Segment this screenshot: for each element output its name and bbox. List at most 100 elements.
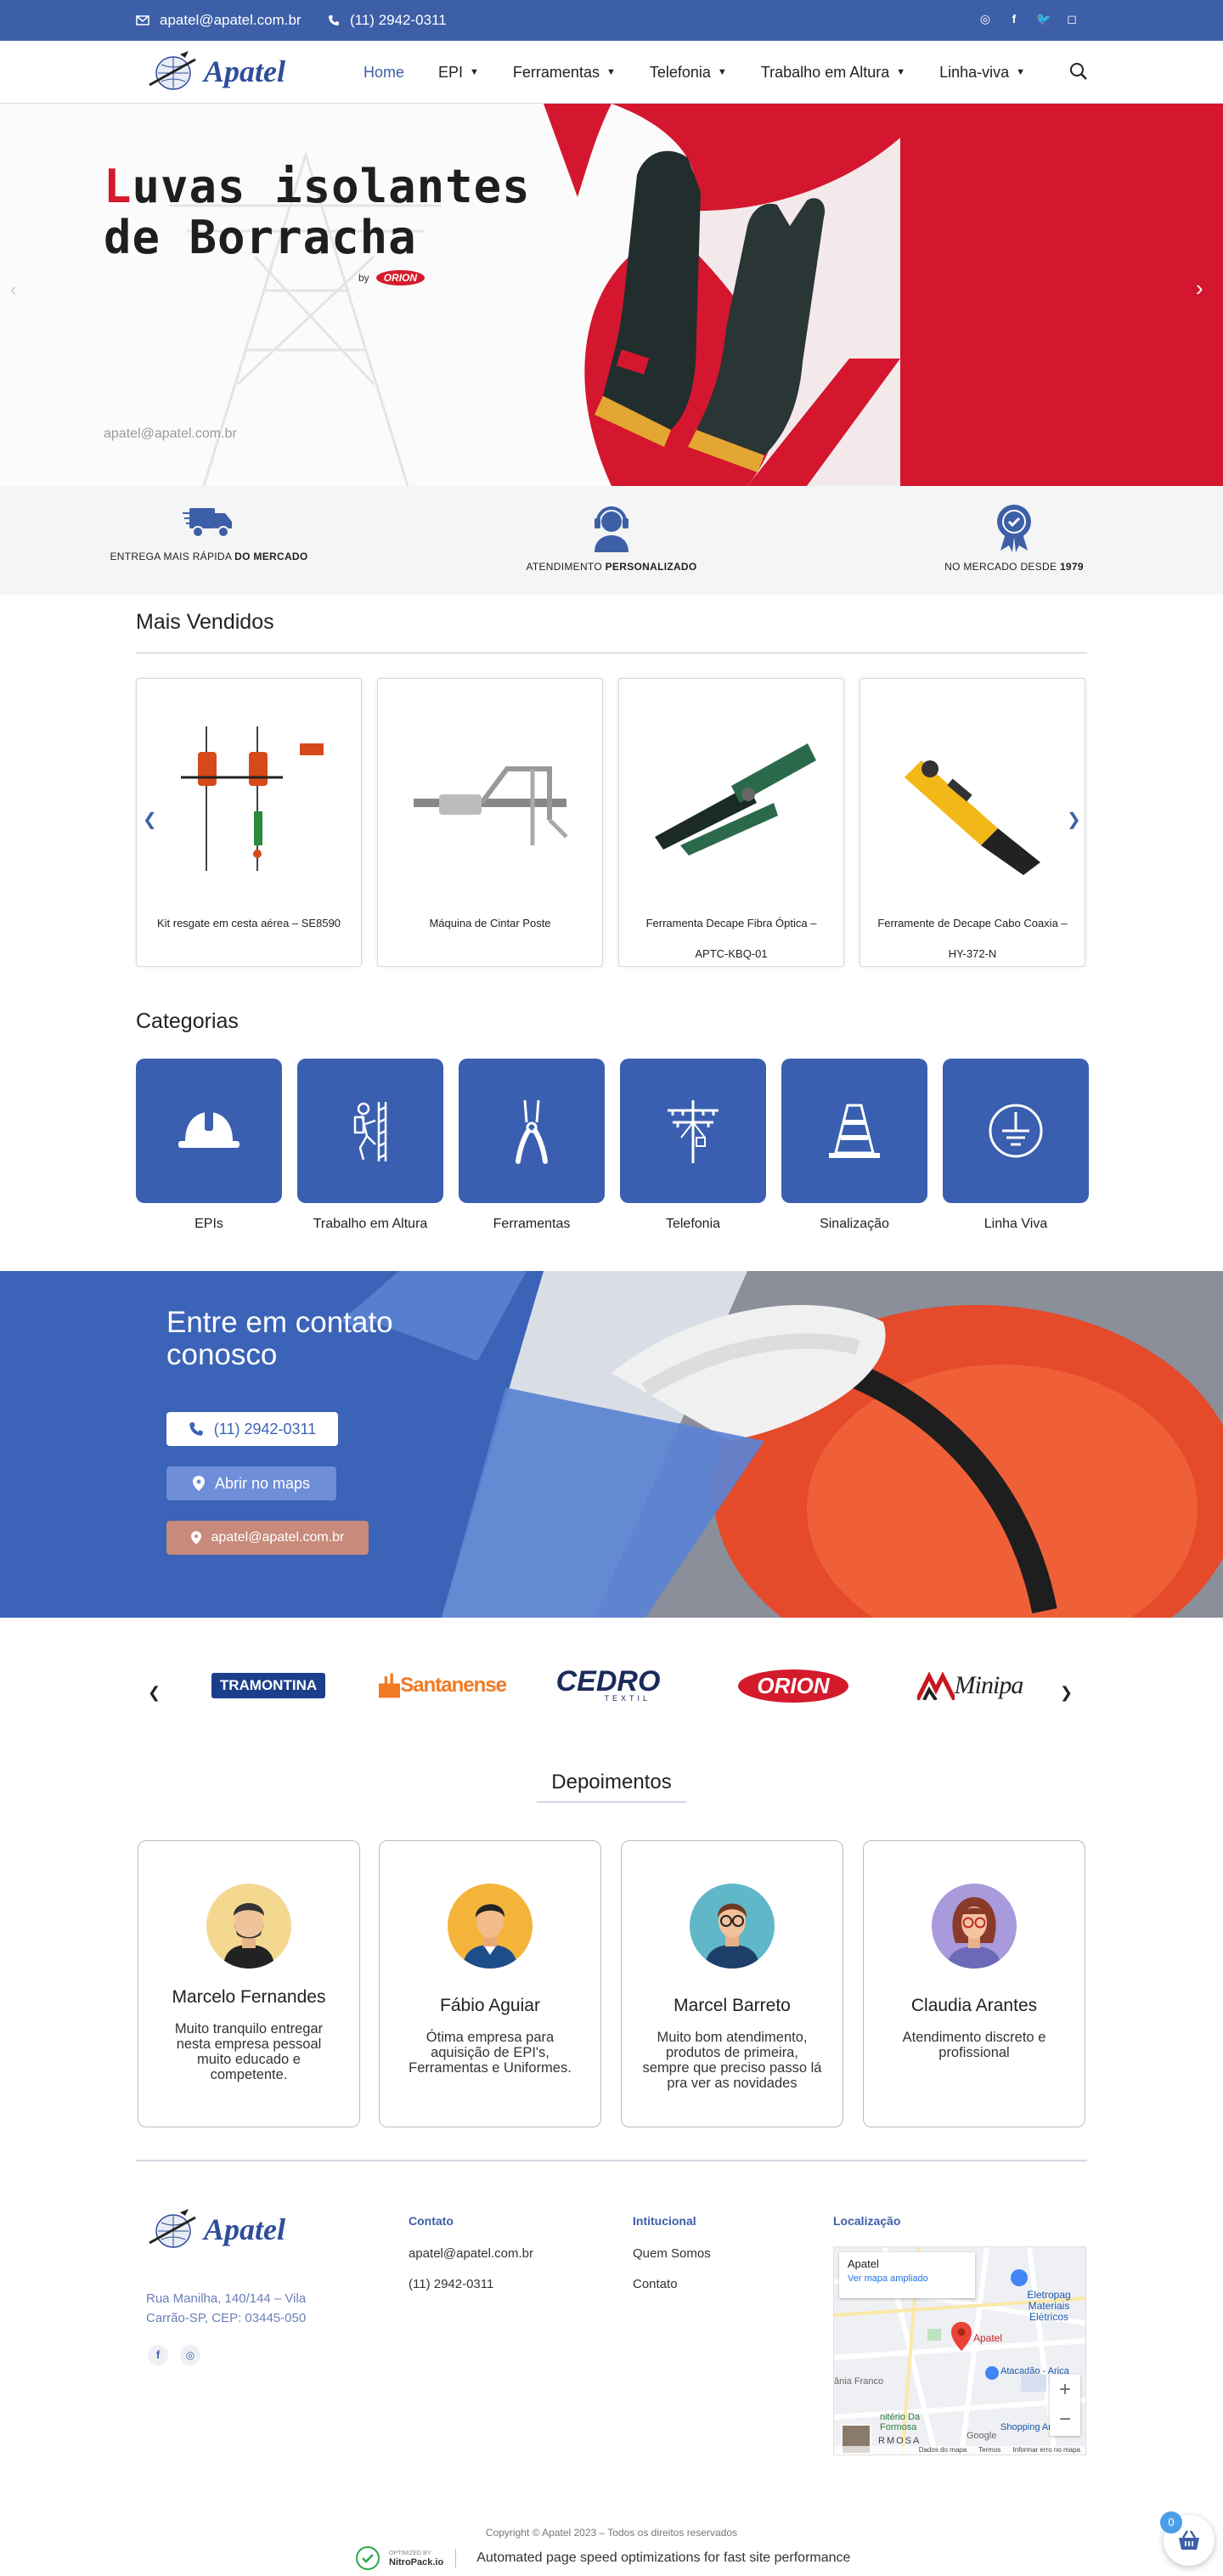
orion-logo: ORION (375, 270, 426, 285)
avatar-woman-glasses (932, 1884, 1017, 1969)
footer-facebook-icon[interactable]: f (148, 2345, 168, 2365)
check-circle-icon (356, 2546, 380, 2570)
map-label-district: RMOSA (878, 2436, 921, 2446)
map-data-link[interactable]: Dados do mapa (919, 2446, 967, 2455)
search-icon[interactable] (1068, 59, 1089, 83)
category-label: Linha Viva (983, 1217, 1048, 1231)
map-enlarge-link[interactable]: Ver mapa ampliado (848, 2274, 967, 2284)
category-trabalho-em-altura[interactable] (297, 1059, 443, 1203)
category-label: Trabalho em Altura (313, 1217, 428, 1231)
map-label-street: ânia Franco (834, 2376, 884, 2387)
carousel-next-arrow-icon[interactable]: ❯ (1067, 809, 1081, 830)
brands-prev-arrow-icon[interactable]: ❮ (148, 1684, 161, 1702)
hero-title-first-letter: L (104, 160, 132, 213)
feature-service-text: ATENDIMENTO (526, 561, 606, 573)
store-pin-icon (1011, 2269, 1028, 2286)
product-image-coax-stripper (905, 760, 1040, 875)
map-zoom-in-button[interactable]: + (1050, 2375, 1080, 2405)
category-sinalizacao[interactable] (781, 1059, 927, 1203)
whatsapp-icon[interactable]: ◎ (978, 12, 992, 26)
map-terms-link[interactable]: Termos (978, 2446, 1000, 2455)
nav-ferramentas[interactable]: Ferramentas ▼ (513, 64, 616, 82)
nav-home[interactable]: Home (364, 64, 404, 82)
feature-since-bold: 1979 (1059, 561, 1084, 573)
category-linha-viva[interactable] (943, 1059, 1089, 1203)
map-marker-icon (951, 2322, 972, 2351)
footer-instagram-icon[interactable]: ◎ (180, 2345, 200, 2365)
category-epis[interactable] (136, 1059, 282, 1203)
category-telefonia[interactable] (620, 1059, 766, 1203)
facebook-icon[interactable]: f (1007, 12, 1021, 26)
nav-linha-viva[interactable]: Linha-viva ▼ (939, 64, 1025, 82)
nitropack-logo: OPTIMIZED BY NitroPack.io (389, 2549, 457, 2568)
product-card[interactable]: Ferramente de Decape Cabo Coaxia – HY-372… (859, 678, 1085, 967)
footer-logo-wordmark: Apatel (204, 2212, 285, 2246)
top-bar: apatel@apatel.com.br (11) 2942-0311 ◎ f … (0, 0, 1223, 41)
map-footer: Dados do mapa Termos Informar erro no ma… (834, 2446, 1085, 2455)
nitropack-badge[interactable]: OPTIMIZED BY NitroPack.io Automated page… (355, 2545, 850, 2571)
minipa-logo-text: Minipa (954, 1671, 1024, 1699)
brand-logo-minipa[interactable]: Minipa (902, 1660, 1038, 1711)
nav-epi[interactable]: EPI ▼ (438, 64, 479, 82)
floating-cart-button[interactable]: 0 (1160, 2511, 1215, 2566)
footer-link-quem-somos[interactable]: Quem Somos (633, 2246, 711, 2261)
topbar-phone[interactable]: (11) 2942-0311 (328, 12, 447, 29)
brand-logo-tramontina[interactable]: TRAMONTINA (209, 1660, 328, 1711)
hero-by-text: by (358, 272, 369, 284)
product-image-strapping-tool (414, 766, 568, 845)
product-card[interactable]: Máquina de Cintar Poste (377, 678, 603, 967)
nav-linha-viva-label: Linha-viva (939, 63, 1010, 81)
product-name: Ferramente de Decape Cabo Coaxia – HY-372… (865, 908, 1079, 969)
instagram-icon[interactable]: ◻ (1065, 12, 1079, 26)
footer-contact-phone[interactable]: (11) 2942-0311 (409, 2277, 493, 2291)
feature-since: NO MERCADO DESDE 1979 (904, 503, 1124, 573)
product-card[interactable]: Ferramenta Decape Fibra Óptica – APTC-KBQ… (618, 678, 844, 967)
brand-logo-cedro[interactable]: CEDRO TEXTIL (556, 1660, 661, 1711)
phone-icon (329, 15, 339, 25)
testimonial-name: Marcel Barreto (673, 1996, 791, 2015)
map-label-place: nitério Da Formosa (880, 2412, 920, 2432)
chevron-down-icon: ▼ (1016, 67, 1026, 77)
nav-trabalho-em-altura[interactable]: Trabalho em Altura ▼ (761, 64, 905, 82)
slider-prev-arrow-icon[interactable]: ‹ (10, 279, 16, 301)
brand-logo-orion[interactable]: ORION (734, 1660, 853, 1711)
footer-address-line2: Carrão-SP, CEP: 03445-050 (146, 2311, 307, 2325)
map-label-eletropag-line2: Materiais Elétricos (1028, 2300, 1070, 2323)
google-logo-text: Google (967, 2431, 997, 2441)
brands-next-arrow-icon[interactable]: ❯ (1060, 1684, 1073, 1702)
map-zoom-out-button[interactable]: − (1050, 2405, 1080, 2436)
nav-epi-label: EPI (438, 63, 464, 81)
pliers-icon (516, 1099, 548, 1164)
product-card[interactable]: Kit resgate em cesta aérea – SE8590 (136, 678, 362, 967)
site-logo[interactable]: Apatel (146, 49, 285, 93)
copyright: Copyright © Apatel 2023 – Todos os direi… (485, 2527, 738, 2539)
twitter-icon[interactable]: 🐦 (1036, 12, 1051, 26)
footer-contact-email[interactable]: apatel@apatel.com.br (409, 2246, 533, 2261)
hero-email: apatel@apatel.com.br (104, 427, 237, 441)
feature-delivery: ENTREGA MAIS RÁPIDA DO MERCADO (99, 503, 319, 562)
minipa-mark-icon (916, 1671, 955, 1700)
rubber-gloves-image (595, 150, 826, 472)
feature-delivery-text: ENTREGA MAIS RÁPIDA (110, 551, 235, 562)
topbar-email[interactable]: apatel@apatel.com.br (136, 12, 302, 29)
nav-telefonia[interactable]: Telefonia ▼ (650, 64, 727, 82)
carousel-prev-arrow-icon[interactable]: ❮ (143, 809, 157, 830)
brand-logo-santanense[interactable]: Santanense (379, 1660, 507, 1711)
category-ferramentas[interactable] (459, 1059, 605, 1203)
map-report-link[interactable]: Informar erro no mapa (1012, 2446, 1080, 2455)
product-image-rescue-kit (181, 726, 324, 871)
testimonial-text: Ótima empresa para aquisição de EPI's, F… (409, 2030, 572, 2076)
features-strip: ENTREGA MAIS RÁPIDA DO MERCADO ATENDIMEN… (0, 486, 1223, 595)
footer-logo[interactable]: Apatel (146, 2207, 285, 2251)
product-name: Máquina de Cintar Poste (429, 917, 551, 929)
contact-email-button[interactable]: apatel@apatel.com.br (166, 1521, 369, 1555)
footer-address: Rua Manilha, 140/144 – Vila Carrão-SP, CE… (146, 2289, 306, 2328)
embedded-map[interactable]: Apatel Ver mapa ampliado Eletropag Materi… (833, 2246, 1086, 2455)
open-maps-label: Abrir no maps (214, 1474, 311, 1492)
footer-link-contato[interactable]: Contato (633, 2277, 678, 2291)
map-info-card: Apatel Ver mapa ampliado (839, 2252, 975, 2298)
contact-phone-button[interactable]: (11) 2942-0311 (166, 1412, 338, 1446)
slider-next-arrow-icon[interactable]: › (1196, 275, 1203, 302)
feature-delivery-bold: DO MERCADO (234, 551, 308, 562)
open-maps-button[interactable]: Abrir no maps (166, 1466, 336, 1500)
